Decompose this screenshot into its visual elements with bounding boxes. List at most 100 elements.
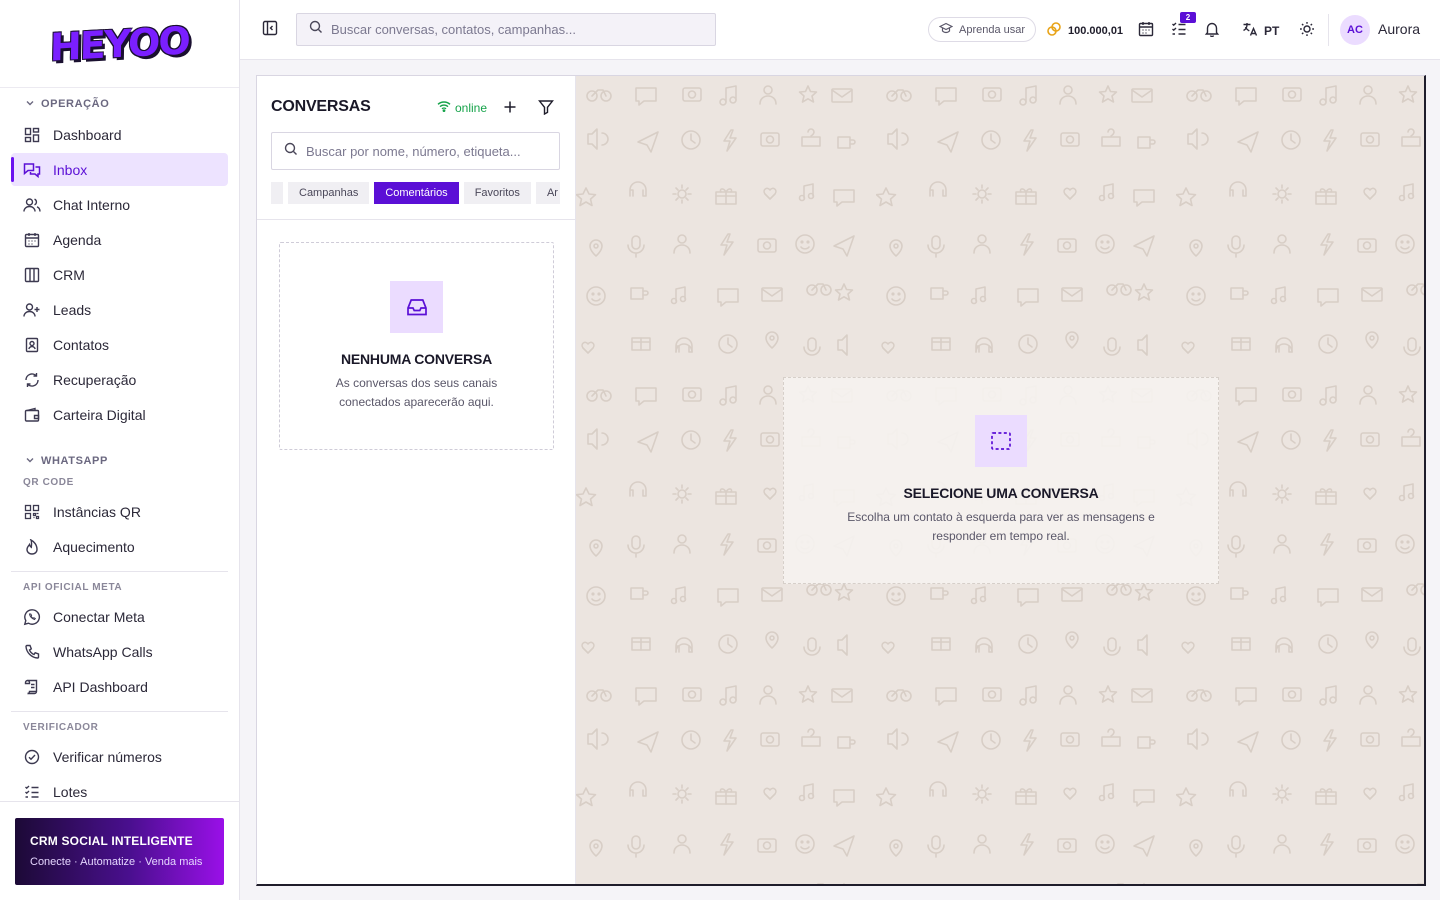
promo-subtitle: Conecte · Automatize · Venda mais <box>30 856 203 868</box>
section-label: OPERAÇÃO <box>41 98 110 110</box>
sidebar-item-label: Conectar Meta <box>53 608 145 625</box>
online-label: online <box>455 100 488 115</box>
select-subtitle: Escolha um contato à esquerda para ver a… <box>847 510 1155 543</box>
subsection-api-oficial: API OFICIAL META <box>23 582 123 593</box>
chevron-down-icon <box>25 98 35 111</box>
chat-area: SELECIONE UMA CONVERSA Escolha um contat… <box>576 76 1424 884</box>
tab-arquivados-partial[interactable]: Ar <box>535 182 560 204</box>
conversations-header: CONVERSAS online <box>271 98 561 118</box>
chevron-down-icon <box>25 455 35 468</box>
sidebar-item-label: Inbox <box>53 161 88 178</box>
sidebar-item-label: Verificar números <box>53 748 162 765</box>
subsection-qr-code: QR CODE <box>23 477 74 488</box>
learn-label: Aprenda usar <box>959 23 1026 36</box>
sidebar-item-carteira[interactable]: Carteira Digital <box>11 398 228 431</box>
tab-campanhas[interactable]: Campanhas <box>288 182 370 204</box>
section-operacao[interactable]: OPERAÇÃO <box>11 92 228 116</box>
promo-banner[interactable]: CRM SOCIAL INTELIGENTE Conecte · Automat… <box>15 818 224 885</box>
conversation-search[interactable] <box>271 132 560 170</box>
select-conversation-placeholder: SELECIONE UMA CONVERSA Escolha um contat… <box>783 377 1219 584</box>
section-label: WHATSAPP <box>41 455 108 467</box>
global-search[interactable] <box>296 13 716 46</box>
sidebar-item-lotes[interactable]: Lotes <box>11 775 228 802</box>
inbox-tray-icon <box>390 281 443 333</box>
sidebar-item-label: Lotes <box>53 783 88 800</box>
sidebar-nav: OPERAÇÃO Dashboard Inbox Chat Interno Ag… <box>0 90 239 802</box>
sidebar-item-label: Agenda <box>53 231 102 248</box>
conversation-search-input[interactable] <box>306 143 547 159</box>
translate-icon <box>1242 21 1258 40</box>
sidebar-item-label: Aquecimento <box>53 538 135 555</box>
sidebar-item-verificar-numeros[interactable]: Verificar números <box>11 740 228 773</box>
brand-logo[interactable]: HEYOO <box>50 18 190 69</box>
chat-bubbles-icon <box>23 161 41 179</box>
global-search-input[interactable] <box>331 22 703 37</box>
credits-balance[interactable]: 100.000,01 <box>1046 21 1123 40</box>
avatar[interactable]: AC <box>1340 15 1370 45</box>
select-title: SELECIONE UMA CONVERSA <box>903 485 1099 501</box>
theme-sun-icon[interactable] <box>1298 20 1316 38</box>
empty-subtitle: As conversas dos seus canais conectados … <box>335 376 498 409</box>
sidebar-toggle-icon[interactable] <box>262 20 278 36</box>
user-plus-icon <box>23 301 41 319</box>
calendar-icon <box>23 231 41 249</box>
sidebar-item-label: Chat Interno <box>53 196 131 213</box>
sidebar-item-label: Leads <box>53 301 92 318</box>
coins-icon <box>1046 21 1062 40</box>
language-code: PT <box>1264 23 1280 38</box>
tasks-badge: 2 <box>1180 12 1196 23</box>
sidebar-item-whatsapp-calls[interactable]: WhatsApp Calls <box>11 635 228 668</box>
filter-icon[interactable] <box>538 99 554 116</box>
bell-icon[interactable] <box>1203 20 1221 38</box>
calendar-icon[interactable] <box>1137 20 1155 38</box>
phone-icon <box>23 643 41 661</box>
tab-comentarios[interactable]: Comentários <box>374 182 459 204</box>
wallet-icon <box>23 406 41 424</box>
graduation-cap-icon <box>938 22 954 37</box>
new-conversation-icon[interactable] <box>501 98 519 116</box>
conversations-panel: CONVERSAS online Campanhas Comen <box>257 76 576 884</box>
sidebar-item-conectar-meta[interactable]: Conectar Meta <box>11 600 228 633</box>
refresh-icon <box>23 371 41 389</box>
sidebar-item-agenda[interactable]: Agenda <box>11 223 228 256</box>
sidebar: HEYOO OPERAÇÃO Dashboard Inbox Chat Inte… <box>0 0 240 900</box>
search-icon <box>284 142 298 161</box>
sidebar-item-label: CRM <box>53 266 85 283</box>
promo-title: CRM SOCIAL INTELIGENTE <box>30 834 193 848</box>
whatsapp-icon <box>23 608 41 626</box>
online-status[interactable]: online <box>437 100 487 115</box>
sidebar-item-inbox[interactable]: Inbox <box>11 153 228 186</box>
sidebar-item-aquecimento[interactable]: Aquecimento <box>11 530 228 563</box>
empty-title: NENHUMA CONVERSA <box>340 351 493 367</box>
list-checks-icon <box>23 783 41 801</box>
sidebar-item-label: Carteira Digital <box>53 406 146 423</box>
qr-code-icon <box>23 503 41 521</box>
credits-value: 100.000,01 <box>1068 24 1124 37</box>
conversation-tabs: Campanhas Comentários Favoritos Ar <box>271 182 560 204</box>
sidebar-item-crm[interactable]: CRM <box>11 258 228 291</box>
check-circle-icon <box>23 748 41 766</box>
columns-icon <box>23 266 41 284</box>
dashboard-icon <box>23 126 41 144</box>
sidebar-item-instancias-qr[interactable]: Instâncias QR <box>11 495 228 528</box>
sidebar-item-label: API Dashboard <box>53 678 148 695</box>
scroll-icon <box>23 678 41 696</box>
sidebar-item-label: WhatsApp Calls <box>53 643 153 660</box>
language-selector[interactable]: PT <box>1242 21 1279 40</box>
sidebar-item-contatos[interactable]: Contatos <box>11 328 228 361</box>
sidebar-item-label: Recuperação <box>53 371 137 388</box>
search-icon <box>309 20 323 39</box>
sidebar-item-chat-interno[interactable]: Chat Interno <box>11 188 228 221</box>
tab-favoritos[interactable]: Favoritos <box>463 182 531 204</box>
topbar: Aprenda usar 100.000,01 2 PT AC Aurora <box>240 0 1440 60</box>
sidebar-item-api-dashboard[interactable]: API Dashboard <box>11 670 228 703</box>
inbox-frame: CONVERSAS online Campanhas Comen <box>256 75 1426 886</box>
sidebar-item-recuperacao[interactable]: Recuperação <box>11 363 228 396</box>
tab-previous-partial[interactable] <box>271 182 283 204</box>
sidebar-item-leads[interactable]: Leads <box>11 293 228 326</box>
learn-button[interactable]: Aprenda usar <box>928 17 1037 42</box>
section-whatsapp[interactable]: WHATSAPP <box>11 449 228 473</box>
users-icon <box>23 196 41 214</box>
sidebar-item-dashboard[interactable]: Dashboard <box>11 118 228 151</box>
user-name[interactable]: Aurora <box>1378 21 1420 37</box>
